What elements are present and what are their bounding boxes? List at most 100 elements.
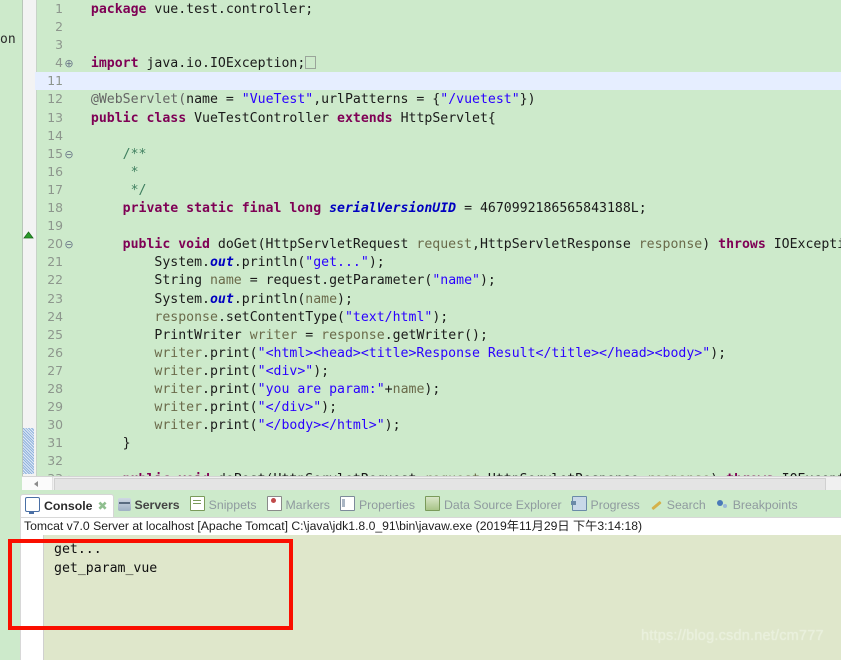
code-line[interactable]: 12 @WebServlet(name = "VueTest",urlPatte…	[35, 90, 841, 108]
code-line[interactable]: 1 package vue.test.controller;	[35, 0, 841, 18]
line-number: 12	[47, 91, 63, 107]
fold-collapse-icon[interactable]: ⊖	[63, 236, 75, 254]
console-left-margin	[21, 535, 44, 660]
code-text: public void doGet(HttpServletRequest req…	[122, 237, 841, 253]
tab-properties[interactable]: Properties	[336, 494, 421, 517]
gutter-change-bar	[23, 428, 34, 474]
line-number: 22	[47, 272, 63, 288]
line-number: 1	[55, 1, 63, 16]
code-line[interactable]: 25 PrintWriter writer = response.getWrit…	[35, 326, 841, 344]
code-line[interactable]: 2	[35, 18, 841, 36]
tab-breakpoints[interactable]: Breakpoints	[712, 494, 804, 517]
screenshot-root: on 1 package vue.test.controller; 2 3 4⊕ …	[0, 0, 841, 660]
code-text: @WebServlet(name = "VueTest",urlPatterns…	[90, 92, 536, 108]
breakpoints-icon	[716, 498, 729, 511]
line-number: 16	[47, 163, 63, 179]
servers-icon	[117, 498, 131, 511]
code-line[interactable]: 27 writer.print("<div>");	[35, 362, 841, 380]
code-text: */	[122, 182, 147, 198]
line-number: 32	[47, 453, 63, 469]
tab-markers[interactable]: Markers	[263, 494, 336, 517]
markers-icon	[266, 496, 282, 511]
code-line[interactable]: 24 response.setContentType("text/html");	[35, 308, 841, 326]
csdn-watermark: https://blog.csdn.net/cm777	[641, 628, 824, 644]
code-text: response.setContentType("text/html");	[154, 309, 449, 325]
line-number: 27	[47, 362, 63, 378]
code-line[interactable]: 26 writer.print("<html><head><title>Resp…	[35, 344, 841, 362]
code-editor[interactable]: on 1 package vue.test.controller; 2 3 4⊕ …	[0, 0, 841, 490]
progress-icon	[570, 496, 587, 511]
code-text: writer.print("you are param:"+name);	[154, 381, 441, 397]
fold-collapse-icon[interactable]: ⊖	[63, 146, 75, 164]
scroll-left-arrow-icon[interactable]	[22, 477, 53, 490]
code-line[interactable]: 32	[35, 452, 841, 470]
collapsed-imports-icon[interactable]	[305, 56, 317, 70]
code-text: private static final long serialVersionU…	[122, 201, 647, 217]
code-line[interactable]: 17 */	[35, 181, 841, 199]
code-line[interactable]: 30 writer.print("</body></html>");	[35, 416, 841, 434]
tab-servers[interactable]: Servers	[114, 494, 186, 517]
code-line[interactable]: 19	[35, 217, 841, 235]
tab-label: Snippets	[208, 498, 257, 512]
code-text: /**	[122, 146, 147, 162]
tab-console[interactable]: Console ✖	[20, 494, 114, 517]
line-number: 19	[47, 218, 63, 234]
code-line[interactable]: 21 System.out.println("get...");	[35, 253, 841, 271]
code-line[interactable]: 23 System.out.println(name);	[35, 290, 841, 308]
code-line[interactable]: 15⊖ /**	[35, 145, 841, 163]
code-line[interactable]: 13 public class VueTestController extend…	[35, 109, 841, 127]
code-line[interactable]: 20⊖ public void doGet(HttpServletRequest…	[35, 235, 841, 253]
code-line[interactable]: 18 private static final long serialVersi…	[35, 199, 841, 217]
fold-expand-icon[interactable]: ⊕	[63, 55, 75, 73]
tab-search[interactable]: Search	[646, 494, 712, 517]
line-number: 15	[47, 145, 63, 161]
gutter-overview-marker[interactable]	[23, 229, 34, 240]
code-line[interactable]: 14	[35, 127, 841, 145]
line-number: 25	[47, 326, 63, 342]
tab-data-source-explorer[interactable]: Data Source Explorer	[421, 494, 568, 517]
view-tab-bar[interactable]: Console ✖ Servers Snippets Markers Properties…	[20, 494, 841, 517]
line-number: 20	[47, 236, 63, 252]
line-number: 4	[55, 55, 63, 71]
code-line[interactable]: 29 writer.print("</div>");	[35, 398, 841, 416]
code-line[interactable]: 16 *	[35, 163, 841, 181]
code-line[interactable]: 4⊕ import java.io.IOException;	[35, 54, 841, 72]
code-lines-container[interactable]: 1 package vue.test.controller; 2 3 4⊕ imp…	[35, 0, 841, 476]
code-line[interactable]: 31 }	[35, 434, 841, 452]
code-line[interactable]: 28 writer.print("you are param:"+name);	[35, 380, 841, 398]
line-number: 17	[47, 181, 63, 197]
tab-label: Data Source Explorer	[443, 498, 562, 512]
close-icon[interactable]: ✖	[98, 495, 110, 517]
line-number: 13	[47, 109, 63, 125]
code-text: writer.print("<html><head><title>Respons…	[154, 345, 727, 361]
code-line[interactable]: 22 String name = request.getParameter("n…	[35, 271, 841, 289]
tab-label: Progress	[590, 498, 640, 512]
code-text: System.out.println("get...");	[154, 255, 385, 271]
tab-progress[interactable]: Progress	[568, 494, 646, 517]
line-number: 31	[47, 435, 63, 451]
properties-icon	[339, 496, 355, 511]
console-process-header: Tomcat v7.0 Server at localhost [Apache …	[24, 519, 643, 533]
code-line[interactable]: 11	[35, 72, 841, 91]
line-number: 2	[55, 19, 63, 35]
code-text: writer.print("</body></html>");	[154, 418, 401, 434]
line-number: 11	[47, 73, 63, 89]
code-text: System.out.println(name);	[154, 291, 353, 307]
snippets-icon	[189, 496, 205, 511]
code-text: writer.print("<div>");	[154, 363, 330, 379]
code-text: package vue.test.controller;	[90, 2, 314, 17]
tab-label: Breakpoints	[732, 498, 798, 512]
tab-snippets[interactable]: Snippets	[186, 494, 263, 517]
tab-label: Properties	[358, 498, 415, 512]
code-line[interactable]: 3	[35, 36, 841, 54]
editor-horizontal-scrollbar[interactable]	[22, 476, 841, 490]
scrollbar-thumb[interactable]	[54, 478, 826, 490]
line-number: 24	[47, 308, 63, 324]
datasource-icon	[424, 496, 440, 511]
code-text: String name = request.getParameter("name…	[154, 273, 496, 289]
